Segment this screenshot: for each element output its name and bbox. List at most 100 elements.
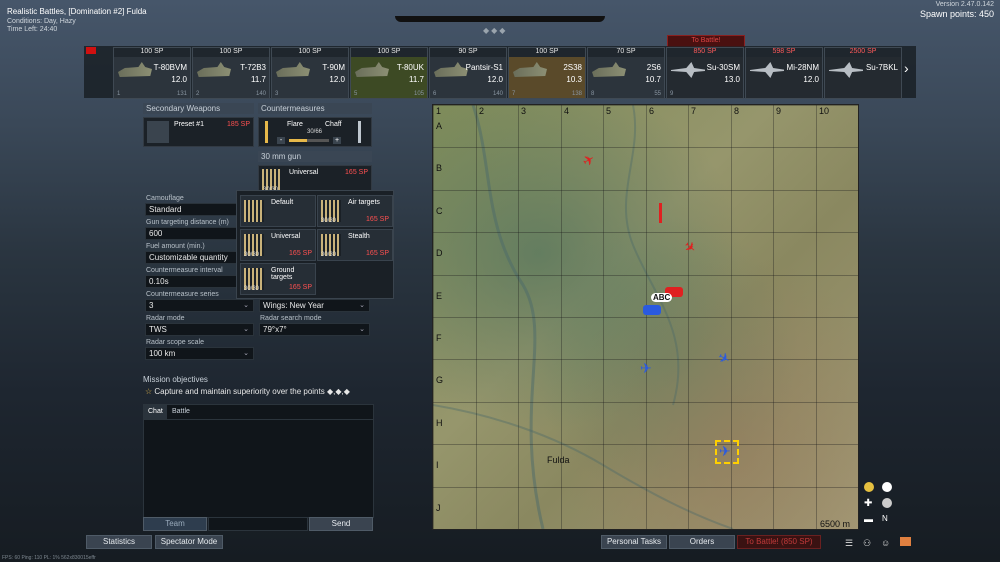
vehicle-slot[interactable]: 100 SP T-80UK 11.7 5 105 bbox=[350, 47, 428, 99]
chevron-down-icon: ⌄ bbox=[359, 326, 365, 333]
vehicle-cost: 90 SP bbox=[430, 48, 506, 57]
ratio-minus-button[interactable]: - bbox=[277, 137, 285, 144]
radar-mode-select[interactable]: TWS ⌄ bbox=[145, 323, 254, 336]
preset-selector[interactable]: Preset #1 185 SP bbox=[143, 117, 254, 147]
missile-icon bbox=[147, 121, 169, 143]
grid-column-label: 9 bbox=[776, 106, 782, 116]
ammo-option[interactable]: Universal 165 SP 30/30 bbox=[240, 229, 316, 261]
grid-row-label: I bbox=[436, 460, 439, 470]
ammo-option-label: Default bbox=[271, 199, 294, 206]
north-icon[interactable]: N bbox=[882, 514, 892, 524]
secondary-weapons-heading: Secondary Weapons bbox=[143, 103, 254, 114]
wings-select[interactable]: Wings: New Year ⌄ bbox=[259, 299, 370, 312]
ammo-option-count: 30/30 bbox=[244, 286, 260, 292]
cm-series-select[interactable]: 3 ⌄ bbox=[145, 299, 254, 312]
toggle-icon[interactable] bbox=[882, 498, 892, 508]
grid-row-label: G bbox=[436, 375, 444, 385]
chat-input[interactable] bbox=[208, 517, 308, 531]
enemy-marker bbox=[659, 203, 662, 223]
vehicle-repair: 138 bbox=[571, 91, 582, 97]
grid-line bbox=[433, 402, 858, 403]
ammo-option[interactable]: Ground targets 165 SP 30/30 bbox=[240, 263, 316, 295]
vehicle-br: 11.7 bbox=[409, 75, 424, 84]
vehicle-slot[interactable]: 100 SP T-80BVM 12.0 1 131 bbox=[113, 47, 191, 99]
chat-panel: Chat Battle bbox=[143, 404, 374, 518]
fuel-select[interactable]: Customizable quantity bbox=[145, 251, 240, 264]
vehicle-name: 2S6 bbox=[646, 63, 661, 72]
ammo-option-price: 165 SP bbox=[289, 284, 312, 291]
grid-column-label: 7 bbox=[691, 106, 697, 116]
to-battle-button[interactable]: To Battle! (850 SP) bbox=[737, 535, 821, 549]
spawn-points: Spawn points: 450 bbox=[919, 9, 994, 19]
grid-line bbox=[433, 487, 858, 488]
ammo-option[interactable]: Air targets 165 SP 30/30 bbox=[317, 195, 393, 227]
mission-objective: ☆ Capture and maintain superiority over … bbox=[145, 387, 350, 396]
cm-series-value: 3 bbox=[149, 301, 154, 310]
ammo-option[interactable]: Default bbox=[240, 195, 316, 227]
vehicle-cost: 100 SP bbox=[272, 48, 348, 57]
grid-row-label: A bbox=[436, 121, 443, 131]
radar-scope-select[interactable]: 100 km ⌄ bbox=[145, 347, 254, 360]
ally-aircraft-icon: ✈ bbox=[640, 360, 652, 376]
day-night-icon[interactable] bbox=[882, 482, 892, 492]
ammo-option-label: Universal bbox=[271, 233, 301, 240]
vehicle-cost: 100 SP bbox=[114, 48, 190, 57]
vehicle-br: 10.3 bbox=[566, 75, 582, 84]
vehicle-repair: 140 bbox=[492, 91, 503, 97]
chaff-label: Chaff bbox=[325, 121, 342, 128]
grid-line bbox=[433, 147, 858, 148]
list-icon[interactable]: ☰ bbox=[845, 538, 853, 549]
ammo-option-count: 30/30 bbox=[321, 252, 337, 258]
squad-icon[interactable]: ⚇ bbox=[863, 538, 871, 549]
vehicle-br: 13.0 bbox=[724, 75, 740, 84]
send-button[interactable]: Send bbox=[309, 517, 373, 531]
vehicle-slot[interactable]: 100 SP T-90M 12.0 3 bbox=[271, 47, 349, 99]
chevron-down-icon: ⌄ bbox=[359, 302, 365, 309]
orders-button[interactable]: Orders bbox=[669, 535, 735, 549]
vehicle-icon[interactable]: ▬ bbox=[864, 514, 874, 524]
grid-line bbox=[433, 232, 858, 233]
vehicle-slot-number: 5 bbox=[354, 91, 358, 97]
chat-tab[interactable]: Chat bbox=[144, 405, 167, 419]
gun-distance-select[interactable]: 600 bbox=[145, 227, 240, 240]
vehicle-slot[interactable]: 2500 SP Su-7BKL bbox=[824, 47, 902, 99]
camouflage-select[interactable]: Standard bbox=[145, 203, 240, 216]
chevron-down-icon: ⌄ bbox=[243, 302, 249, 309]
next-slots-arrow-icon[interactable]: › bbox=[904, 60, 909, 76]
vehicle-slot[interactable]: 100 SP T-72B3 11.7 2 140 bbox=[192, 47, 270, 99]
grid-row-label: B bbox=[436, 163, 443, 173]
cm-interval-select[interactable]: 0.10s bbox=[145, 275, 240, 288]
personal-tasks-button[interactable]: Personal Tasks bbox=[601, 535, 667, 549]
vehicle-slot[interactable]: 70 SP 2S6 10.7 8 55 bbox=[587, 47, 665, 99]
vehicle-cost: 2500 SP bbox=[825, 48, 901, 57]
spectator-mode-button[interactable]: Spectator Mode bbox=[155, 535, 223, 549]
vehicle-slot-number: 8 bbox=[591, 91, 595, 97]
battle-tab[interactable]: Battle bbox=[168, 405, 194, 419]
vehicle-slot[interactable]: 850 SP Su-30SM 13.0 9 bbox=[666, 47, 744, 99]
radar-search-select[interactable]: 79°x7° ⌄ bbox=[259, 323, 370, 336]
vehicle-cost: 850 SP bbox=[667, 48, 743, 57]
vehicle-repair: 55 bbox=[654, 91, 661, 97]
ammo-belt-icon bbox=[244, 200, 264, 222]
ratio-plus-button[interactable]: + bbox=[333, 137, 341, 144]
team-channel-button[interactable]: Team bbox=[143, 517, 207, 531]
mail-icon[interactable] bbox=[900, 537, 911, 546]
ammo-option[interactable]: Stealth 165 SP 30/30 bbox=[317, 229, 393, 261]
vehicle-name: 2S38 bbox=[563, 63, 582, 72]
chaff-icon bbox=[358, 121, 361, 143]
ammo-option-label: Ground targets bbox=[271, 267, 295, 281]
warning-icon[interactable] bbox=[864, 482, 874, 492]
radar-mode-value: TWS bbox=[149, 325, 167, 334]
vehicle-slot[interactable]: 598 SP Mi-28NM 12.0 bbox=[745, 47, 823, 99]
vehicle-slot[interactable]: 100 SP 2S38 10.3 7 138 bbox=[508, 47, 586, 99]
ratio-slider[interactable] bbox=[289, 139, 329, 142]
move-icon[interactable]: ✚ bbox=[864, 498, 874, 509]
statistics-button[interactable]: Statistics bbox=[86, 535, 152, 549]
grid-row-label: E bbox=[436, 291, 443, 301]
tactical-map[interactable]: 1 2 3 4 5 6 7 8 9 10 A B C D E F G H I J Fulda ✈ ✈ ABC ✈ ✈ … bbox=[432, 104, 859, 530]
grid-column-label: 3 bbox=[521, 106, 527, 116]
vehicle-name: Su-7BKL bbox=[865, 63, 898, 72]
vehicle-cost: 100 SP bbox=[509, 48, 585, 57]
contacts-icon[interactable]: ☺ bbox=[881, 538, 890, 548]
vehicle-slot[interactable]: 90 SP Pantsir-S1 12.0 6 140 bbox=[429, 47, 507, 99]
